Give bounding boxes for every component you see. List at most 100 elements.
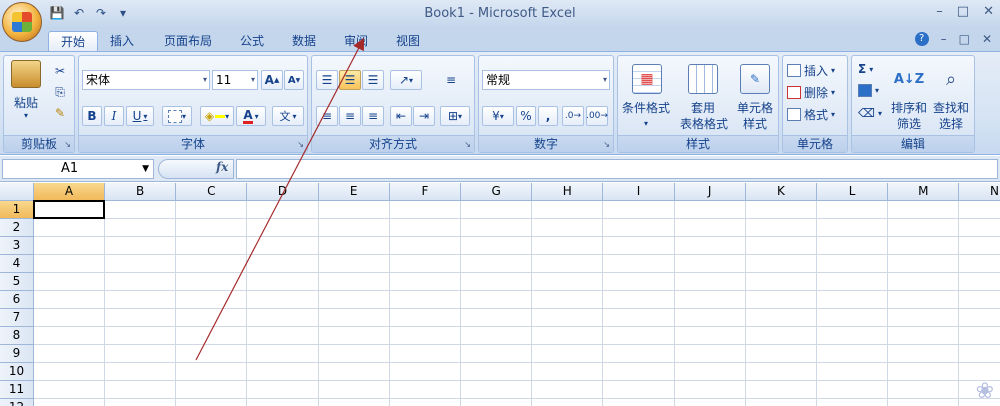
- grow-font-button[interactable]: A ▲: [261, 70, 283, 90]
- phonetic-button[interactable]: 文 ▾: [272, 106, 304, 126]
- name-box[interactable]: A1 ▼: [2, 159, 154, 179]
- fill-button[interactable]: ▾: [858, 84, 879, 97]
- grid-row-line: [34, 254, 1000, 255]
- help-icon[interactable]: ?: [914, 32, 929, 46]
- comma-button[interactable]: ,: [538, 106, 558, 126]
- select-all-button[interactable]: [0, 183, 34, 201]
- worksheet-grid[interactable]: ABCDEFGHIJKLMN 123456789101112: [0, 183, 1000, 406]
- format-as-table-button[interactable]: [686, 62, 720, 96]
- increase-decimal-icon[interactable]: .0→: [562, 106, 584, 126]
- delete-cells-button[interactable]: 删除 ▾: [787, 84, 835, 101]
- column-header-b[interactable]: B: [105, 183, 177, 201]
- row-header-11[interactable]: 11: [0, 381, 34, 399]
- align-left-button[interactable]: ≡: [316, 106, 338, 126]
- column-header-j[interactable]: J: [674, 183, 746, 201]
- format-cells-button[interactable]: 格式 ▾: [787, 106, 835, 123]
- column-header-l[interactable]: L: [817, 183, 889, 201]
- insert-cells-button[interactable]: 插入 ▾: [787, 62, 835, 79]
- tab-data[interactable]: 数据: [280, 31, 328, 52]
- column-header-c[interactable]: C: [176, 183, 248, 201]
- shrink-font-button[interactable]: A ▼: [284, 70, 304, 90]
- column-header-g[interactable]: G: [461, 183, 533, 201]
- number-format-combo[interactable]: 常规 ▾: [482, 70, 610, 90]
- row-header-3[interactable]: 3: [0, 237, 34, 255]
- formula-input[interactable]: [236, 159, 998, 179]
- tab-formulas[interactable]: 公式: [228, 31, 276, 52]
- row-header-10[interactable]: 10: [0, 363, 34, 381]
- insert-cells-icon: [787, 64, 801, 77]
- clear-button[interactable]: ⌫ ▾: [858, 106, 882, 120]
- column-header-n[interactable]: N: [959, 183, 1000, 201]
- font-color-button[interactable]: A ▾: [236, 106, 266, 126]
- borders-button[interactable]: ▾: [162, 106, 192, 126]
- tab-page-layout[interactable]: 页面布局: [152, 31, 224, 52]
- row-header-2[interactable]: 2: [0, 219, 34, 237]
- align-middle-button[interactable]: ☰: [339, 70, 361, 90]
- row-header-7[interactable]: 7: [0, 309, 34, 327]
- align-bottom-button[interactable]: ☰: [362, 70, 384, 90]
- row-header-9[interactable]: 9: [0, 345, 34, 363]
- maximize-button[interactable]: □: [957, 4, 969, 19]
- row-header-6[interactable]: 6: [0, 291, 34, 309]
- column-header-m[interactable]: M: [888, 183, 960, 201]
- decrease-decimal-icon[interactable]: .00→: [586, 106, 608, 126]
- column-header-d[interactable]: D: [247, 183, 319, 201]
- column-header-i[interactable]: I: [603, 183, 675, 201]
- conditional-format-button[interactable]: ▦: [630, 62, 664, 96]
- row-header-5[interactable]: 5: [0, 273, 34, 291]
- doc-restore-button[interactable]: □: [959, 32, 970, 46]
- underline-button[interactable]: U ▾: [126, 106, 154, 126]
- wrap-text-icon[interactable]: ≡: [440, 70, 462, 90]
- column-header-h[interactable]: H: [532, 183, 604, 201]
- percent-button[interactable]: %: [516, 106, 536, 126]
- minimize-button[interactable]: –: [936, 4, 943, 19]
- row-header-8[interactable]: 8: [0, 327, 34, 345]
- font-launcher-icon[interactable]: ↘: [297, 140, 304, 149]
- orientation-button[interactable]: ↗ ▾: [390, 70, 422, 90]
- font-name-combo[interactable]: 宋体 ▾: [82, 70, 210, 90]
- font-group: 宋体 ▾ 11 ▾ A ▲ A ▼ B I U ▾ ▾ ◈ ▾ A ▾ 文 ▾ 字体 ↘: [78, 55, 308, 153]
- number-launcher-icon[interactable]: ↘: [603, 140, 610, 149]
- row-header-12[interactable]: 12: [0, 399, 34, 406]
- paste-button[interactable]: 粘贴 ▾: [8, 60, 44, 120]
- doc-minimize-button[interactable]: –: [941, 32, 947, 46]
- tab-home[interactable]: 开始: [48, 31, 99, 52]
- row-header-4[interactable]: 4: [0, 255, 34, 273]
- italic-button[interactable]: I: [104, 106, 124, 126]
- tab-review[interactable]: 审阅: [332, 31, 380, 52]
- increase-indent-button[interactable]: ⇥: [413, 106, 435, 126]
- merge-center-button[interactable]: ⊞ ▾: [440, 106, 470, 126]
- sort-filter-button[interactable]: A↓Z: [892, 62, 926, 96]
- bold-button[interactable]: B: [82, 106, 102, 126]
- close-button[interactable]: ✕: [983, 4, 994, 19]
- fill-color-button[interactable]: ◈ ▾: [200, 106, 234, 126]
- format-painter-icon[interactable]: ✎: [50, 104, 70, 122]
- editing-group-label: 编辑: [852, 135, 974, 152]
- cell-styles-button[interactable]: ✎: [738, 62, 772, 96]
- column-header-a[interactable]: A: [34, 183, 105, 201]
- active-cell-a1[interactable]: [33, 200, 105, 219]
- row-header-1[interactable]: 1: [0, 201, 34, 219]
- office-button[interactable]: [2, 2, 42, 42]
- tab-insert[interactable]: 插入: [98, 31, 146, 52]
- font-size-combo[interactable]: 11 ▾: [212, 70, 258, 90]
- find-select-button[interactable]: ⌕: [934, 62, 968, 96]
- decrease-indent-button[interactable]: ⇤: [390, 106, 412, 126]
- tab-view[interactable]: 视图: [384, 31, 432, 52]
- clipboard-launcher-icon[interactable]: ↘: [64, 140, 71, 149]
- align-center-button[interactable]: ≡: [339, 106, 361, 126]
- alignment-launcher-icon[interactable]: ↘: [464, 140, 471, 149]
- align-top-button[interactable]: ☰: [316, 70, 338, 90]
- autosum-button[interactable]: Σ ▾: [858, 62, 873, 76]
- cut-icon[interactable]: ✂: [50, 62, 70, 80]
- column-header-f[interactable]: F: [389, 183, 461, 201]
- accounting-format-button[interactable]: ¥ ▾: [482, 106, 514, 126]
- doc-close-button[interactable]: ✕: [982, 32, 992, 46]
- grid-column-line: [816, 201, 817, 406]
- currency-icon: ¥: [492, 109, 500, 123]
- insert-function-icon[interactable]: fx: [216, 160, 228, 174]
- column-header-e[interactable]: E: [318, 183, 390, 201]
- align-right-button[interactable]: ≡: [362, 106, 384, 126]
- copy-icon[interactable]: ⎘: [50, 83, 70, 101]
- column-header-k[interactable]: K: [745, 183, 817, 201]
